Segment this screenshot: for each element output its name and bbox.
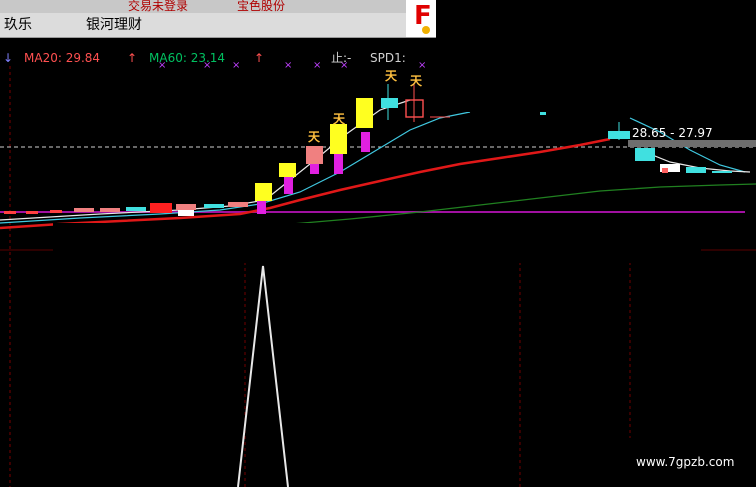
candle-mark [662, 168, 668, 173]
candle-yellow [356, 98, 373, 128]
candle-yellow [255, 183, 272, 201]
price-label-bar [628, 140, 756, 147]
volume-bar-magenta [257, 200, 266, 214]
candle [50, 210, 62, 213]
price-range-label: 28.65 - 27.97 [632, 126, 713, 140]
site-watermark: www.7gpzb.com [636, 455, 735, 469]
candle-cyan [635, 148, 655, 161]
candle [100, 208, 120, 212]
volume-bar-magenta [284, 176, 293, 194]
candle [176, 204, 196, 210]
signal-marker-icon: 天 [410, 74, 423, 88]
redacted-region-top [436, 0, 756, 112]
volume-bar-magenta [334, 154, 343, 174]
candle-cyan [686, 167, 706, 173]
signal-marker-icon: 天 [333, 112, 346, 126]
candle-yellow [330, 124, 347, 154]
candle [74, 208, 94, 212]
green-ma-line [279, 183, 756, 226]
signal-marker-icon: 天 [385, 69, 398, 83]
candle [126, 207, 146, 211]
signal-marker-icon: 天 [308, 130, 321, 144]
candle [540, 112, 546, 115]
white-ma-line [0, 99, 411, 221]
candle-doji [178, 210, 194, 216]
volume-bar-magenta [361, 132, 370, 152]
candle [204, 204, 224, 208]
candle [4, 211, 16, 214]
candle-pink [306, 146, 323, 164]
volume-bar-magenta [310, 164, 319, 174]
candle [150, 203, 172, 213]
candle-yellow [279, 163, 296, 177]
redacted-region-middle [53, 223, 701, 263]
candle-cyan [381, 98, 398, 108]
candle [228, 202, 248, 207]
candle [26, 211, 38, 214]
